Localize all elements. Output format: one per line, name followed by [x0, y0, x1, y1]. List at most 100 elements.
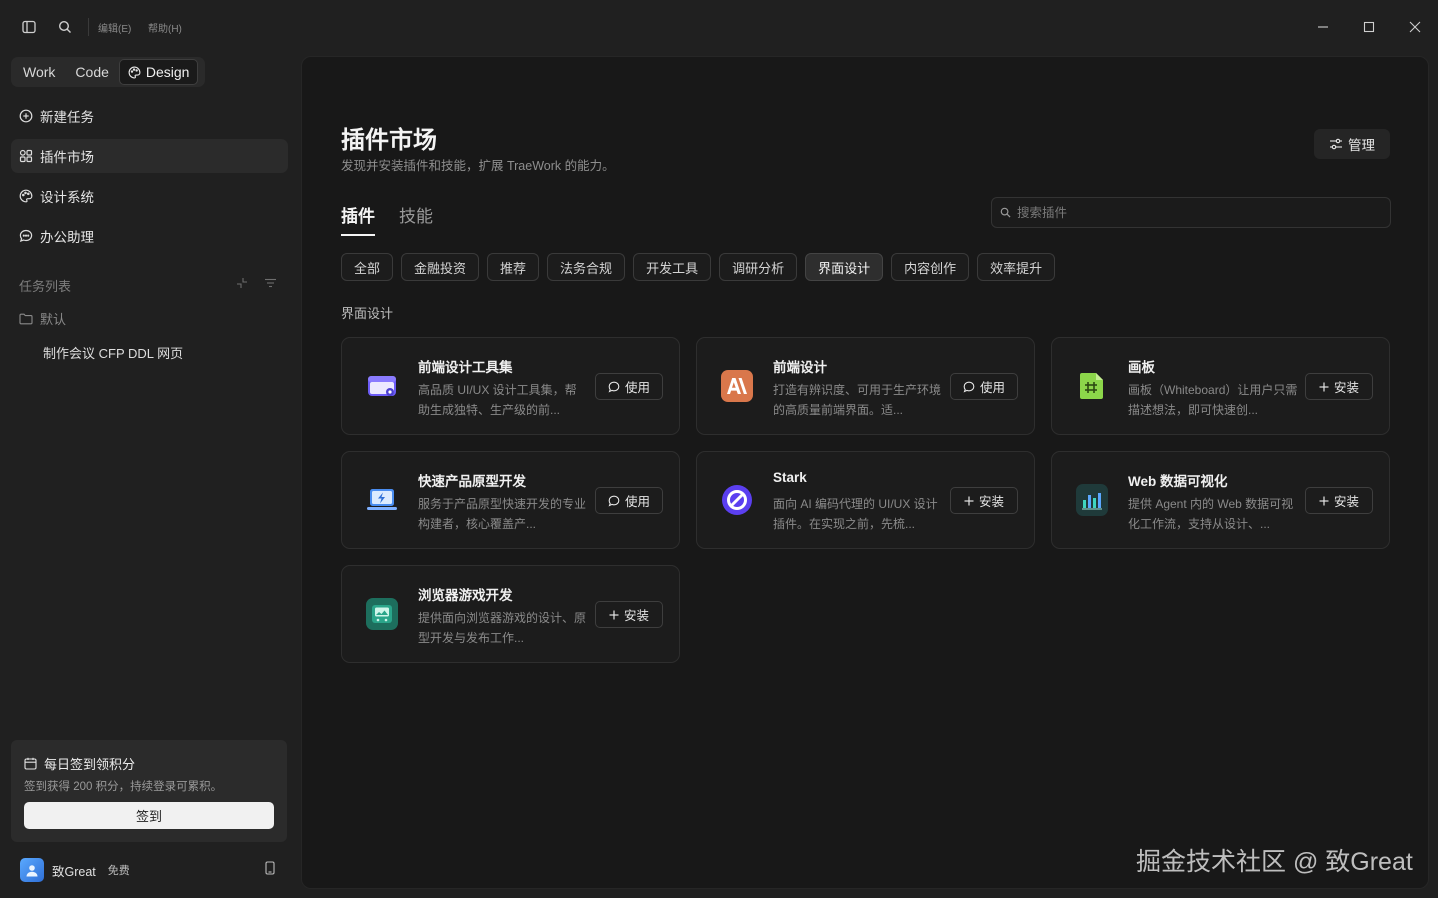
category-chip[interactable]: 推荐 [487, 253, 540, 281]
menu-help[interactable]: 帮助(H) [148, 20, 182, 35]
install-label: 安装 [623, 609, 649, 623]
chat-bubble-icon [19, 229, 33, 242]
user-plan-badge: 免费 [107, 865, 130, 877]
install-button[interactable]: 安装 [595, 601, 663, 628]
plugin-title: Web 数据可视化 [1128, 474, 1228, 489]
group-label: 界面设计 [341, 306, 394, 321]
plugin-card[interactable]: 前端设计 打造有辨识度、可用于生产环境的高质量前端界面。适... 使用 [696, 337, 1035, 435]
category-chip[interactable]: 调研分析 [719, 253, 798, 281]
folder-label: 默认 [40, 312, 67, 327]
filter-icon[interactable] [264, 276, 277, 294]
minimize-icon[interactable] [1313, 17, 1333, 37]
install-label: 安装 [978, 495, 1004, 509]
category-chip[interactable]: 金融投资 [401, 253, 480, 281]
plus-icon [1319, 496, 1329, 505]
use-button[interactable]: 使用 [595, 373, 663, 400]
search-input[interactable] [1017, 205, 1377, 220]
close-icon[interactable] [1405, 17, 1425, 37]
manage-label: 管理 [1348, 138, 1375, 153]
install-button[interactable]: 安装 [950, 487, 1018, 514]
stark-logo-icon [721, 484, 753, 516]
category-chip[interactable]: 效率提升 [977, 253, 1056, 281]
plugin-card[interactable]: 前端设计工具集 高品质 UI/UX 设计工具集，帮助生成独特、生产级的前... … [341, 337, 680, 435]
palette-icon [128, 66, 141, 78]
install-button[interactable]: 安装 [1305, 487, 1373, 514]
watermark: 掘金技术社区 @ 致Great [1136, 848, 1413, 876]
user-profile[interactable]: 致Great 免费 [20, 858, 280, 882]
whiteboard-icon [1076, 370, 1108, 402]
task-folder[interactable]: 默认 [19, 309, 66, 328]
user-name: 致Great [52, 864, 96, 879]
install-label: 安装 [1333, 495, 1359, 509]
plus-icon [964, 496, 974, 505]
use-label: 使用 [624, 381, 650, 395]
sliders-icon [1330, 138, 1342, 150]
folder-icon [19, 313, 33, 324]
chat-bubble-icon [608, 495, 620, 507]
category-chip-active[interactable]: 界面设计 [805, 253, 884, 281]
plus-icon [1319, 382, 1329, 391]
toggle-sidebar-icon[interactable] [19, 17, 39, 37]
category-chip[interactable]: 开发工具 [633, 253, 712, 281]
plugin-desc: 面向 AI 编码代理的 UI/UX 设计插件。在实现之前，先梳... [773, 497, 938, 531]
title-bar: 编辑(E) 帮助(H) [0, 0, 1438, 54]
collapse-icon[interactable] [236, 276, 248, 294]
category-chip[interactable]: 全部 [341, 253, 394, 281]
plugin-title: Stark [773, 470, 807, 485]
checkin-desc: 签到获得 200 积分，持续登录可累积。 [24, 781, 223, 793]
category-chip[interactable]: 内容创作 [891, 253, 970, 281]
plugin-title: 前端设计 [773, 360, 827, 375]
use-label: 使用 [624, 495, 650, 509]
laptop-bolt-icon [366, 484, 398, 516]
add-circle-icon [19, 109, 33, 123]
plugin-card[interactable]: 浏览器游戏开发 提供面向浏览器游戏的设计、原型开发与发布工作... 安装 [341, 565, 680, 663]
nav-design-system[interactable]: 设计系统 [11, 179, 288, 213]
mode-code[interactable]: Code [65, 59, 118, 85]
nav-label: 设计系统 [40, 190, 94, 205]
plugin-card[interactable]: 画板 画板（Whiteboard）让用户只需描述想法，即可快速创... 安装 [1051, 337, 1390, 435]
chat-bubble-icon [963, 381, 975, 393]
plugin-desc: 高品质 UI/UX 设计工具集，帮助生成独特、生产级的前... [418, 383, 577, 417]
palette-icon [19, 189, 33, 203]
plugin-card[interactable]: Web 数据可视化 提供 Agent 内的 Web 数据可视化工作流，支持从设计… [1051, 451, 1390, 549]
use-button[interactable]: 使用 [595, 487, 663, 514]
checkin-title-text: 每日签到领积分 [44, 757, 136, 772]
nav-label: 办公助理 [40, 230, 94, 245]
plugin-title: 前端设计工具集 [418, 360, 513, 375]
plus-icon [609, 610, 619, 619]
device-icon[interactable] [265, 861, 275, 880]
mode-design-label: Design [145, 64, 190, 80]
task-list-label: 任务列表 [19, 279, 72, 294]
plugin-desc: 服务于产品原型快速开发的专业构建者，核心覆盖产... [418, 497, 587, 531]
plugin-desc: 打造有辨识度、可用于生产环境的高质量前端界面。适... [773, 383, 942, 417]
search-icon [1000, 207, 1011, 218]
nav-plugin-market[interactable]: 插件市场 [11, 139, 288, 173]
mode-switch: Work Code Design [11, 57, 205, 87]
maximize-icon[interactable] [1359, 17, 1379, 37]
task-item[interactable]: 制作会议 CFP DDL 网页 [43, 343, 183, 362]
anthropic-logo-icon [721, 370, 753, 402]
use-button[interactable]: 使用 [950, 373, 1018, 400]
manage-button[interactable]: 管理 [1314, 129, 1390, 159]
plugin-title: 浏览器游戏开发 [418, 588, 513, 603]
page-title: 插件市场 [341, 127, 437, 154]
menu-edit[interactable]: 编辑(E) [98, 20, 131, 35]
tab-plugins[interactable]: 插件 [341, 202, 375, 236]
use-label: 使用 [979, 381, 1005, 395]
plugin-card[interactable]: Stark 面向 AI 编码代理的 UI/UX 设计插件。在实现之前，先梳...… [696, 451, 1035, 549]
category-chip[interactable]: 法务合规 [547, 253, 626, 281]
install-button[interactable]: 安装 [1305, 373, 1373, 400]
tab-skills[interactable]: 技能 [399, 202, 433, 236]
plugin-title: 快速产品原型开发 [418, 474, 526, 489]
plugin-card[interactable]: 快速产品原型开发 服务于产品原型快速开发的专业构建者，核心覆盖产... 使用 [341, 451, 680, 549]
checkin-button[interactable]: 签到 [24, 802, 274, 829]
mode-work[interactable]: Work [13, 59, 65, 85]
nav-new-task[interactable]: 新建任务 [11, 99, 288, 133]
page-subtitle: 发现并安装插件和技能，扩展 TraeWork 的能力。 [341, 159, 615, 173]
nav-label: 新建任务 [40, 110, 94, 125]
window-icon [366, 370, 398, 402]
plugin-desc: 提供面向浏览器游戏的设计、原型开发与发布工作... [418, 611, 587, 645]
search-icon[interactable] [55, 17, 75, 37]
nav-office-assistant[interactable]: 办公助理 [11, 219, 288, 253]
mode-design[interactable]: Design [118, 59, 199, 85]
